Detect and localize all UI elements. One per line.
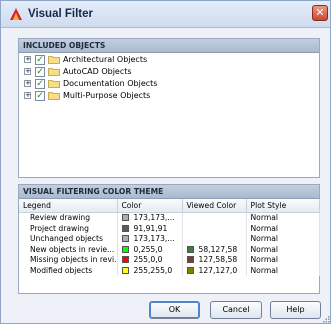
dialog-title: Visual Filter: [28, 8, 93, 20]
color-cell[interactable]: 255,255,0: [117, 265, 183, 276]
tree-item-label: Architectural Objects: [63, 55, 148, 64]
color-swatch: [121, 214, 129, 221]
expand-icon[interactable]: +: [24, 92, 31, 99]
color-value: 255,0,0: [133, 255, 163, 264]
color-swatch: [121, 266, 129, 274]
checkbox-checked-icon[interactable]: ✓: [35, 55, 45, 65]
color-swatch: [121, 245, 129, 253]
viewed-color-value: 127,127,0: [198, 265, 238, 275]
plot-style-cell[interactable]: Normal: [246, 255, 320, 266]
color-cell[interactable]: 173,173,...: [117, 234, 183, 245]
table-row[interactable]: Project drawing 91,91,91 Normal: [19, 223, 320, 234]
color-value: 91,91,91: [133, 223, 168, 233]
folder-icon: [48, 68, 60, 76]
color-cell[interactable]: 255,0,0: [117, 255, 183, 266]
checkbox-checked-icon[interactable]: ✓: [35, 91, 45, 101]
color-value: 255,255,0: [133, 265, 173, 275]
checkbox-checked-icon[interactable]: ✓: [35, 79, 45, 89]
viewed-color-swatch: [186, 266, 194, 274]
viewed-color-cell[interactable]: 127,127,0: [182, 265, 247, 276]
color-value: 0,255,0: [133, 244, 163, 254]
title-bar: Visual Filter ✕: [1, 1, 330, 28]
close-button[interactable]: ✕: [312, 5, 328, 21]
legend-cell: Review drawing: [19, 212, 118, 224]
table-row[interactable]: New objects in revie... 0,255,0 58,127,58 N…: [19, 244, 320, 255]
legend-cell: Modified objects: [19, 265, 118, 276]
column-header-plot-style[interactable]: Plot Style: [246, 199, 320, 213]
viewed-color-swatch: [186, 256, 194, 263]
viewed-color-swatch: [186, 245, 194, 253]
color-theme-header: VISUAL FILTERING COLOR THEME: [19, 185, 319, 199]
included-objects-panel: INCLUDED OBJECTS + ✓ Architectural Objec…: [18, 38, 320, 178]
column-header-color[interactable]: Color: [117, 199, 183, 213]
legend-cell: Missing objects in revi...: [19, 255, 118, 266]
visual-filter-dialog: Visual Filter ✕ INCLUDED OBJECTS + ✓ Arc…: [0, 0, 331, 324]
ok-button[interactable]: OK: [149, 301, 200, 319]
table-row[interactable]: Missing objects in revi... 255,0,0 127,58,…: [19, 255, 320, 266]
resize-grip-icon[interactable]: [323, 316, 330, 323]
expand-icon[interactable]: +: [24, 68, 31, 75]
expand-icon[interactable]: +: [24, 80, 31, 87]
color-cell[interactable]: 0,255,0: [117, 244, 183, 255]
folder-icon: [48, 80, 60, 88]
viewed-color-value: 127,58,58: [198, 255, 238, 264]
expand-icon[interactable]: +: [24, 56, 31, 63]
color-value: 173,173,...: [133, 234, 175, 243]
folder-icon: [48, 56, 60, 64]
autocad-app-icon: [10, 8, 22, 20]
plot-style-cell[interactable]: Normal: [246, 265, 320, 276]
column-header-viewed-color[interactable]: Viewed Color: [182, 199, 247, 213]
plot-style-cell[interactable]: Normal: [246, 223, 320, 234]
viewed-color-value: 58,127,58: [198, 244, 238, 254]
plot-style-cell[interactable]: Normal: [246, 244, 320, 255]
color-cell[interactable]: 173,173,...: [117, 212, 183, 224]
viewed-color-cell[interactable]: [182, 234, 247, 245]
legend-cell: New objects in revie...: [19, 244, 118, 255]
viewed-color-cell[interactable]: [182, 212, 247, 224]
color-theme-panel: VISUAL FILTERING COLOR THEME Legend Colo…: [18, 184, 320, 294]
table-row[interactable]: Unchanged objects 173,173,... Normal: [19, 234, 320, 245]
viewed-color-cell[interactable]: 58,127,58: [182, 244, 247, 255]
table-row[interactable]: Review drawing 173,173,... Normal: [19, 212, 320, 224]
color-theme-table: Legend Color Viewed Color Plot Style Rev…: [19, 199, 320, 276]
legend-cell: Unchanged objects: [19, 234, 118, 245]
tree-item-label: Multi-Purpose Objects: [63, 91, 151, 100]
color-swatch: [121, 224, 129, 232]
tree-item-label: Documentation Objects: [63, 79, 158, 88]
checkbox-checked-icon[interactable]: ✓: [35, 67, 45, 77]
viewed-color-cell[interactable]: [182, 223, 247, 234]
color-value: 173,173,...: [133, 213, 175, 222]
legend-cell: Project drawing: [19, 223, 118, 234]
table-header-row: Legend Color Viewed Color Plot Style: [19, 199, 320, 213]
color-cell[interactable]: 91,91,91: [117, 223, 183, 234]
help-button[interactable]: Help: [270, 301, 321, 319]
included-objects-header: INCLUDED OBJECTS: [19, 39, 319, 53]
color-swatch: [121, 256, 129, 263]
table-row[interactable]: Modified objects 255,255,0 127,127,0 Normal: [19, 265, 320, 276]
plot-style-cell[interactable]: Normal: [246, 212, 320, 224]
cancel-button[interactable]: Cancel: [210, 301, 262, 319]
folder-icon: [48, 92, 60, 100]
viewed-color-cell[interactable]: 127,58,58: [182, 255, 247, 266]
column-header-legend[interactable]: Legend: [19, 199, 118, 213]
tree-item-label: AutoCAD Objects: [63, 67, 132, 76]
plot-style-cell[interactable]: Normal: [246, 234, 320, 245]
color-swatch: [121, 235, 129, 242]
